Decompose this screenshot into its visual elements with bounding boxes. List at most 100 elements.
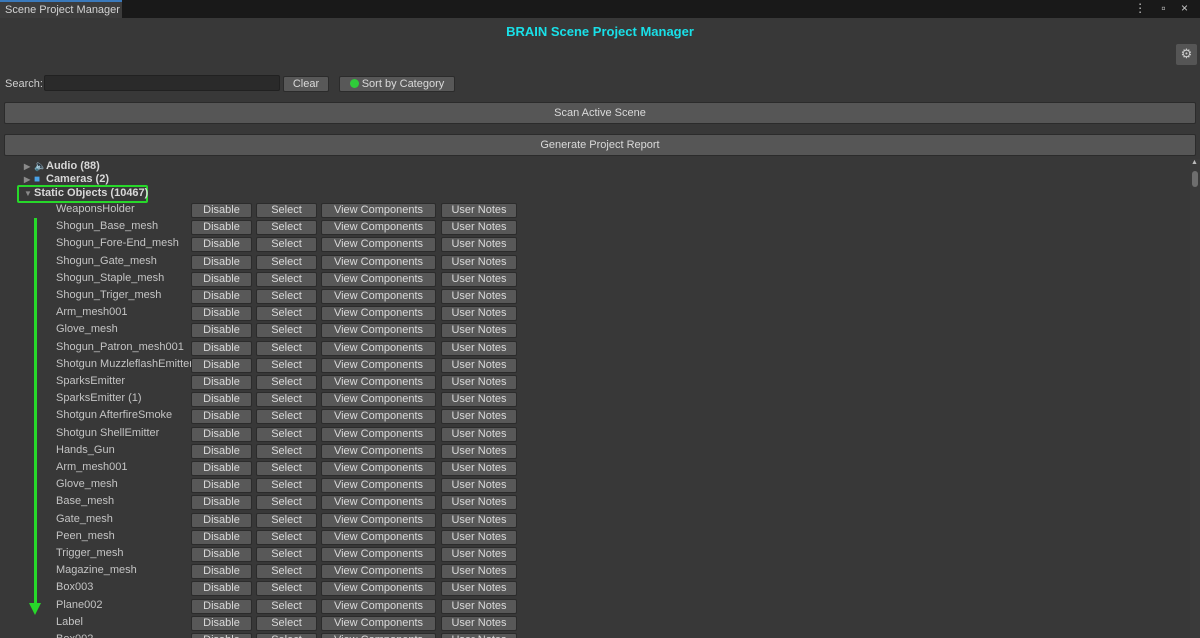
collapse-arrow-icon[interactable]: ▼	[24, 189, 34, 198]
user-notes-button[interactable]: User Notes	[441, 306, 517, 322]
view-components-button[interactable]: View Components	[321, 323, 436, 339]
view-components-button[interactable]: View Components	[321, 461, 436, 476]
expand-arrow-icon[interactable]: ▶	[24, 162, 34, 171]
view-components-button[interactable]: View Components	[321, 289, 436, 304]
user-notes-button[interactable]: User Notes	[441, 598, 517, 614]
disable-button[interactable]: Disable	[191, 220, 252, 236]
user-notes-button[interactable]: User Notes	[441, 289, 517, 304]
select-button[interactable]: Select	[256, 461, 317, 476]
category-audio[interactable]: ▶ 🔈Audio (88)	[24, 160, 100, 174]
user-notes-button[interactable]: User Notes	[441, 461, 517, 476]
select-button[interactable]: Select	[256, 375, 317, 390]
disable-button[interactable]: Disable	[191, 409, 252, 425]
disable-button[interactable]: Disable	[191, 271, 252, 287]
view-components-button[interactable]: View Components	[321, 598, 436, 614]
view-components-button[interactable]: View Components	[321, 615, 436, 631]
user-notes-button[interactable]: User Notes	[441, 581, 517, 597]
view-components-button[interactable]: View Components	[321, 443, 436, 459]
select-button[interactable]: Select	[256, 340, 317, 356]
select-button[interactable]: Select	[256, 306, 317, 322]
disable-button[interactable]: Disable	[191, 357, 252, 373]
disable-button[interactable]: Disable	[191, 306, 252, 322]
select-button[interactable]: Select	[256, 357, 317, 373]
user-notes-button[interactable]: User Notes	[441, 254, 517, 270]
view-components-button[interactable]: View Components	[321, 220, 436, 236]
select-button[interactable]: Select	[256, 581, 317, 597]
user-notes-button[interactable]: User Notes	[441, 409, 517, 425]
user-notes-button[interactable]: User Notes	[441, 203, 517, 218]
select-button[interactable]: Select	[256, 254, 317, 270]
category-static-objects[interactable]: ▼ Static Objects (10467)	[24, 187, 148, 201]
view-components-button[interactable]: View Components	[321, 271, 436, 287]
view-components-button[interactable]: View Components	[321, 254, 436, 270]
search-input[interactable]	[44, 75, 280, 91]
user-notes-button[interactable]: User Notes	[441, 357, 517, 373]
expand-arrow-icon[interactable]: ▶	[24, 175, 34, 184]
select-button[interactable]: Select	[256, 512, 317, 528]
select-button[interactable]: Select	[256, 564, 317, 580]
disable-button[interactable]: Disable	[191, 633, 252, 638]
select-button[interactable]: Select	[256, 220, 317, 236]
select-button[interactable]: Select	[256, 443, 317, 459]
user-notes-button[interactable]: User Notes	[441, 237, 517, 253]
select-button[interactable]: Select	[256, 529, 317, 545]
view-components-button[interactable]: View Components	[321, 306, 436, 322]
disable-button[interactable]: Disable	[191, 443, 252, 459]
select-button[interactable]: Select	[256, 289, 317, 304]
user-notes-button[interactable]: User Notes	[441, 529, 517, 545]
disable-button[interactable]: Disable	[191, 529, 252, 545]
select-button[interactable]: Select	[256, 271, 317, 287]
disable-button[interactable]: Disable	[191, 426, 252, 442]
user-notes-button[interactable]: User Notes	[441, 271, 517, 287]
view-components-button[interactable]: View Components	[321, 512, 436, 528]
view-components-button[interactable]: View Components	[321, 633, 436, 638]
user-notes-button[interactable]: User Notes	[441, 478, 517, 494]
view-components-button[interactable]: View Components	[321, 581, 436, 597]
settings-button[interactable]: ⚙	[1176, 44, 1197, 65]
sort-by-category-button[interactable]: Sort by Category	[339, 76, 455, 92]
user-notes-button[interactable]: User Notes	[441, 495, 517, 511]
disable-button[interactable]: Disable	[191, 512, 252, 528]
user-notes-button[interactable]: User Notes	[441, 443, 517, 459]
view-components-button[interactable]: View Components	[321, 529, 436, 545]
view-components-button[interactable]: View Components	[321, 495, 436, 511]
select-button[interactable]: Select	[256, 426, 317, 442]
clear-button[interactable]: Clear	[283, 76, 329, 92]
view-components-button[interactable]: View Components	[321, 237, 436, 253]
select-button[interactable]: Select	[256, 633, 317, 638]
select-button[interactable]: Select	[256, 495, 317, 511]
disable-button[interactable]: Disable	[191, 478, 252, 494]
view-components-button[interactable]: View Components	[321, 375, 436, 390]
user-notes-button[interactable]: User Notes	[441, 375, 517, 390]
disable-button[interactable]: Disable	[191, 581, 252, 597]
generate-project-report-button[interactable]: Generate Project Report	[4, 134, 1196, 156]
disable-button[interactable]: Disable	[191, 340, 252, 356]
view-components-button[interactable]: View Components	[321, 409, 436, 425]
select-button[interactable]: Select	[256, 598, 317, 614]
user-notes-button[interactable]: User Notes	[441, 633, 517, 638]
disable-button[interactable]: Disable	[191, 461, 252, 476]
disable-button[interactable]: Disable	[191, 615, 252, 631]
view-components-button[interactable]: View Components	[321, 564, 436, 580]
user-notes-button[interactable]: User Notes	[441, 340, 517, 356]
select-button[interactable]: Select	[256, 547, 317, 562]
view-components-button[interactable]: View Components	[321, 340, 436, 356]
view-components-button[interactable]: View Components	[321, 478, 436, 494]
disable-button[interactable]: Disable	[191, 323, 252, 339]
tab-scene-project-manager[interactable]: Scene Project Manager	[0, 0, 122, 18]
window-controls[interactable]: ⋮ ▫ ×	[1134, 1, 1194, 15]
vertical-scrollbar[interactable]: ▲	[1190, 159, 1200, 638]
select-button[interactable]: Select	[256, 615, 317, 631]
view-components-button[interactable]: View Components	[321, 426, 436, 442]
user-notes-button[interactable]: User Notes	[441, 220, 517, 236]
view-components-button[interactable]: View Components	[321, 392, 436, 408]
disable-button[interactable]: Disable	[191, 289, 252, 304]
view-components-button[interactable]: View Components	[321, 547, 436, 562]
scroll-thumb[interactable]	[1192, 171, 1198, 187]
select-button[interactable]: Select	[256, 478, 317, 494]
select-button[interactable]: Select	[256, 323, 317, 339]
disable-button[interactable]: Disable	[191, 237, 252, 253]
disable-button[interactable]: Disable	[191, 564, 252, 580]
user-notes-button[interactable]: User Notes	[441, 564, 517, 580]
select-button[interactable]: Select	[256, 237, 317, 253]
